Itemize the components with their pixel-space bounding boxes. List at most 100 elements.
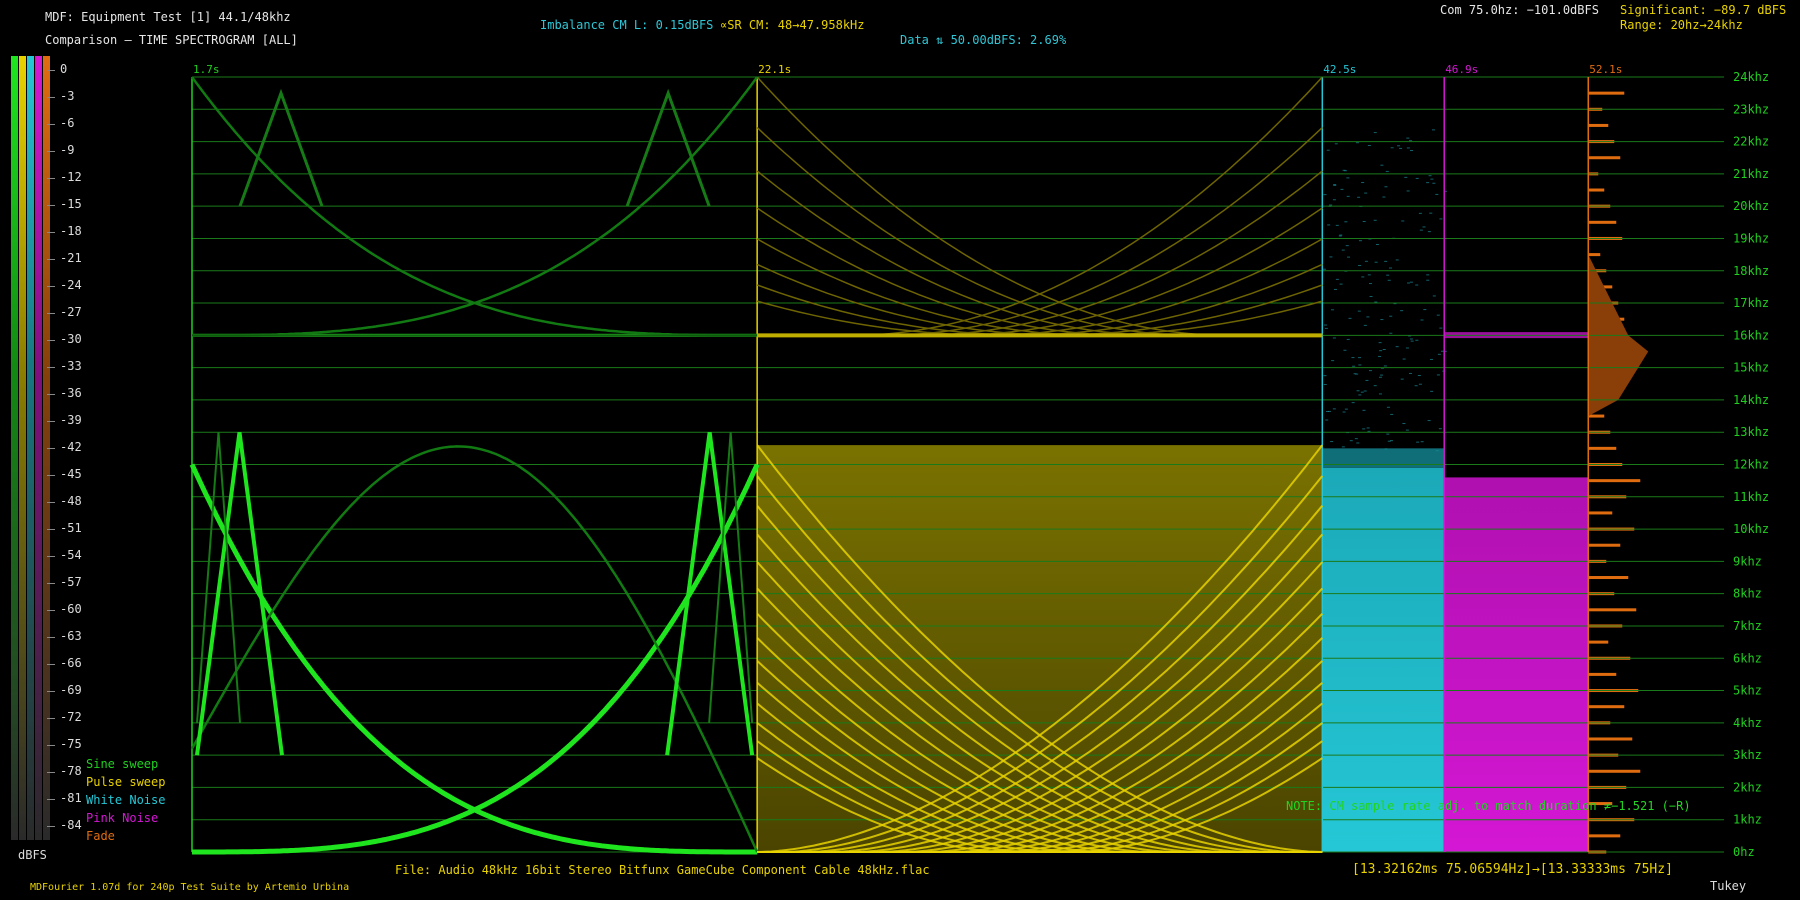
white-noise-speckle — [1340, 189, 1343, 190]
white-noise-speckle — [1421, 441, 1424, 442]
y-tick-label: 19khz — [1733, 231, 1769, 245]
white-noise-speckle — [1396, 346, 1399, 347]
white-noise-speckle — [1333, 337, 1336, 338]
white-noise-speckle — [1367, 427, 1370, 428]
fade-spike — [1588, 92, 1624, 95]
white-noise-speckle — [1402, 423, 1405, 424]
white-noise-speckle — [1376, 244, 1379, 245]
white-noise-speckle — [1410, 338, 1413, 339]
white-noise-speckle — [1343, 412, 1346, 413]
white-noise-speckle — [1400, 310, 1403, 311]
fade-spike — [1588, 608, 1636, 611]
white-noise-speckle — [1347, 196, 1350, 197]
white-noise-speckle — [1342, 250, 1345, 251]
white-noise-speckle — [1387, 407, 1390, 408]
white-noise-speckle — [1343, 350, 1346, 351]
y-tick-label: 3khz — [1733, 748, 1762, 762]
white-noise-speckle — [1423, 309, 1426, 310]
y-tick-label: 17khz — [1733, 296, 1769, 310]
white-noise-speckle — [1351, 357, 1354, 358]
white-noise-speckle — [1390, 414, 1393, 415]
white-noise-speckle — [1347, 257, 1350, 258]
fade-spike — [1588, 770, 1640, 773]
white-noise-speckle — [1333, 185, 1336, 186]
segment-start-label: 52.1s — [1589, 63, 1622, 76]
fade-spike — [1588, 156, 1620, 159]
white-noise-speckle — [1409, 373, 1412, 374]
white-noise-speckle — [1349, 318, 1352, 319]
white-noise-speckle — [1429, 213, 1432, 214]
white-noise-speckle — [1339, 236, 1342, 237]
pulse-sweep-upper — [757, 208, 1322, 335]
fade-spike — [1588, 705, 1624, 708]
file-name: File: Audio 48kHz 16bit Stereo Bitfunx G… — [395, 863, 930, 877]
white-noise-speckle — [1435, 194, 1438, 195]
segment-start-label: 22.1s — [758, 63, 791, 76]
fade-spike — [1588, 124, 1608, 127]
fade-spike — [1588, 189, 1604, 192]
fade-spike — [1588, 576, 1628, 579]
white-noise-speckle — [1333, 199, 1336, 200]
white-noise-speckle — [1428, 231, 1431, 232]
white-noise-speckle — [1362, 410, 1365, 411]
white-noise-speckle — [1358, 357, 1361, 358]
y-tick-label: 14khz — [1733, 393, 1769, 407]
segment-start-label: 46.9s — [1445, 63, 1478, 76]
fade-spike — [1588, 253, 1600, 256]
white-noise-speckle — [1335, 143, 1338, 144]
white-noise-speckle — [1418, 375, 1421, 376]
fade-spike — [1588, 221, 1616, 224]
spectrogram-plot: 0hz1khz2khz3khz4khz5khz6khz7khz8khz9khz1… — [0, 0, 1800, 900]
window-function-label: Tukey — [1710, 879, 1746, 893]
white-noise-speckle — [1426, 280, 1429, 281]
white-noise-speckle — [1361, 276, 1364, 277]
white-noise-speckle — [1384, 186, 1387, 187]
y-tick-label: 2khz — [1733, 780, 1762, 794]
white-noise-speckle — [1437, 374, 1440, 375]
white-noise-speckle — [1334, 289, 1337, 290]
pink-noise-fill — [1444, 477, 1588, 852]
sine-sweep-arc — [192, 446, 757, 852]
white-noise-speckle — [1328, 411, 1331, 412]
fade-spike — [1588, 447, 1616, 450]
white-noise-speckle — [1346, 245, 1349, 246]
white-noise-speckle — [1409, 140, 1412, 141]
y-tick-label: 11khz — [1733, 490, 1769, 504]
white-noise-speckle — [1363, 221, 1366, 222]
y-tick-label: 15khz — [1733, 361, 1769, 375]
white-noise-speckle — [1369, 370, 1372, 371]
white-noise-speckle — [1331, 309, 1334, 310]
white-noise-speckle — [1380, 165, 1383, 166]
white-noise-speckle — [1378, 356, 1381, 357]
white-noise-speckle — [1384, 365, 1387, 366]
white-noise-speckle — [1407, 282, 1410, 283]
white-noise-speckle — [1383, 349, 1386, 350]
white-noise-speckle — [1389, 333, 1392, 334]
white-noise-speckle — [1399, 148, 1402, 149]
white-noise-speckle — [1368, 431, 1371, 432]
y-tick-label: 5khz — [1733, 684, 1762, 698]
y-tick-label: 6khz — [1733, 651, 1762, 665]
white-noise-speckle — [1324, 375, 1327, 376]
white-noise-speckle — [1415, 340, 1418, 341]
white-noise-speckle — [1389, 268, 1392, 269]
white-noise-speckle — [1436, 450, 1439, 451]
white-noise-speckle — [1364, 325, 1367, 326]
white-noise-speckle — [1437, 315, 1440, 316]
white-noise-speckle — [1368, 274, 1371, 275]
y-tick-label: 4khz — [1733, 716, 1762, 730]
fade-spike — [1588, 479, 1640, 482]
white-noise-speckle — [1325, 419, 1328, 420]
white-noise-speckle — [1364, 391, 1367, 392]
white-noise-speckle — [1352, 402, 1355, 403]
white-noise-speckle — [1401, 220, 1404, 221]
credit-text: MDFourier 1.07d for 240p Test Suite by A… — [30, 882, 349, 893]
white-noise-speckle — [1420, 230, 1423, 231]
white-noise-speckle — [1358, 311, 1361, 312]
white-noise-speckle — [1340, 284, 1343, 285]
white-noise-speckle — [1344, 221, 1347, 222]
white-noise-speckle — [1388, 280, 1391, 281]
fade-spike — [1588, 834, 1620, 837]
white-noise-speckle — [1374, 132, 1377, 133]
white-noise-speckle — [1324, 325, 1327, 326]
